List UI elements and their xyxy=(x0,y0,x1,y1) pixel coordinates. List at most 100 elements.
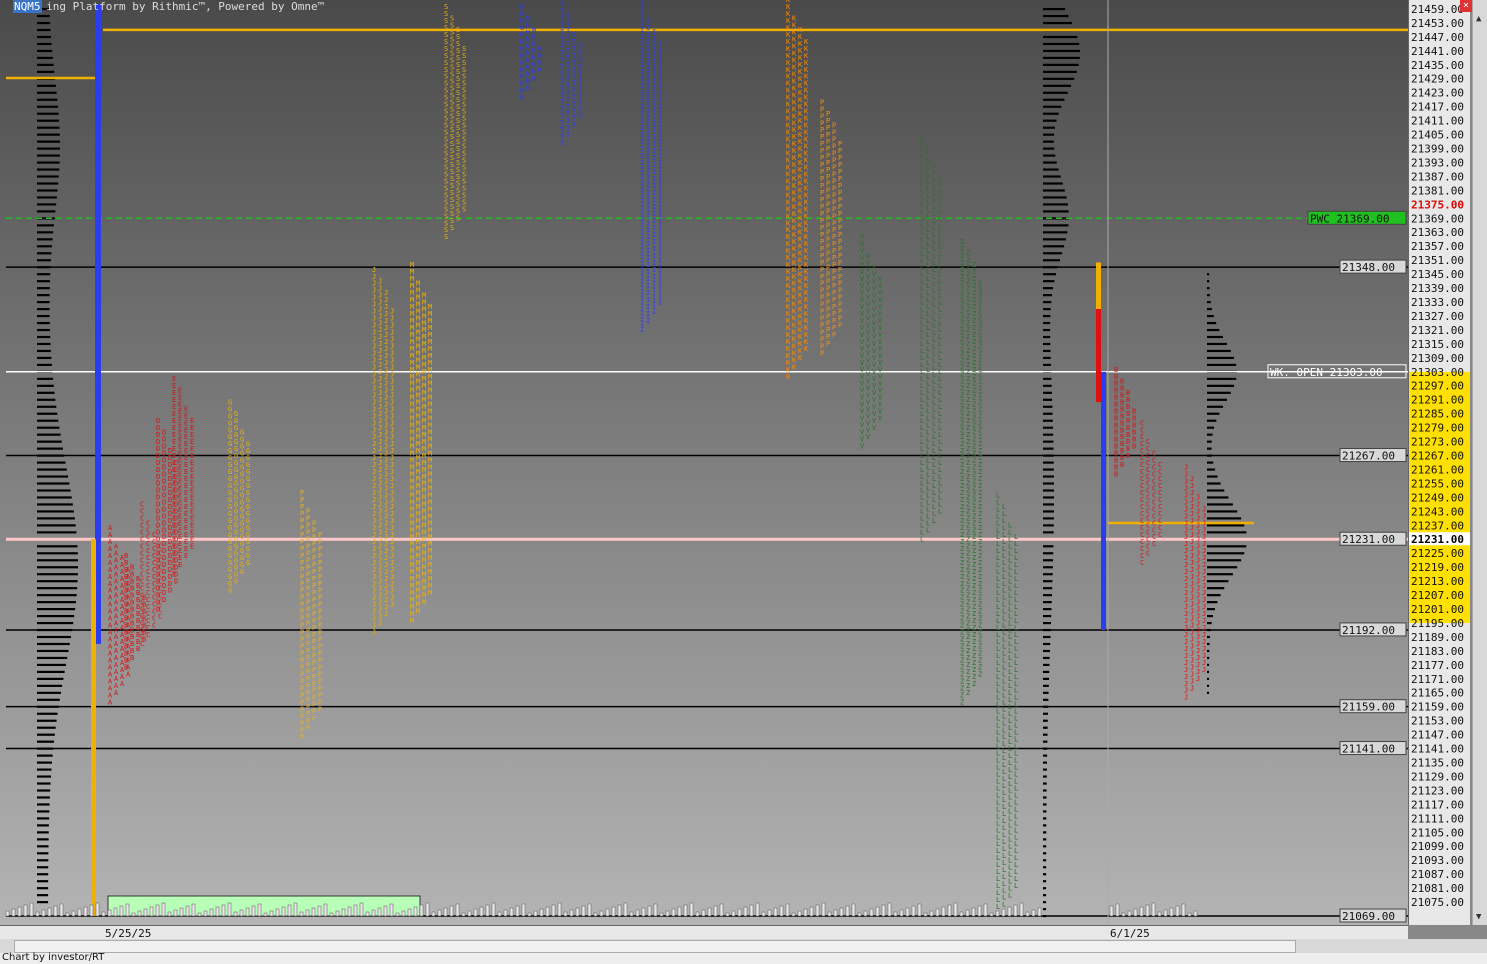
tpo-letter: L xyxy=(920,333,924,341)
tpo-letter: L xyxy=(920,187,924,195)
tpo-letter: J xyxy=(1190,650,1194,658)
symbol-label[interactable]: NQM5 xyxy=(13,0,42,13)
tpo-letter: W xyxy=(526,15,531,23)
tpo-letter: G xyxy=(240,554,244,562)
tpo-letter: S xyxy=(450,196,454,204)
tpo-letter: J xyxy=(378,396,382,404)
tpo-letter: J xyxy=(372,426,376,434)
tpo-letter: G xyxy=(234,410,238,418)
tpo-letter: B xyxy=(130,619,134,627)
tpo-letter: T xyxy=(560,91,565,99)
tpo-letter: J xyxy=(384,317,388,325)
tpo-letter: L xyxy=(1008,884,1012,892)
tpo-letter: L xyxy=(932,468,936,476)
vertical-scrollbar[interactable] xyxy=(1472,0,1487,925)
horizontal-scroll-thumb[interactable] xyxy=(14,940,1296,953)
tpo-letter: C xyxy=(140,508,144,516)
tpo-letter: E xyxy=(172,543,176,551)
tpo-letter: L xyxy=(1014,617,1018,625)
tpo-letter: G xyxy=(234,543,238,551)
tpo-letter: A xyxy=(108,594,113,602)
tpo-letter: K xyxy=(798,187,803,195)
tpo-letter: S xyxy=(456,110,460,118)
horizontal-scrollbar[interactable] xyxy=(0,939,1487,953)
tpo-letter: I xyxy=(640,89,644,97)
tpo-letter: Z xyxy=(966,612,970,620)
tpo-letter: P xyxy=(820,98,824,106)
volume-bar xyxy=(881,904,886,917)
session-profile-bar xyxy=(1207,503,1233,506)
tpo-letter: Z xyxy=(972,268,976,276)
price-axis[interactable]: 21459.00 21453.00 21447.00 21441.00 21435.00… xyxy=(1408,0,1470,925)
tpo-letter: G xyxy=(246,503,250,511)
tpo-letter: J xyxy=(1202,575,1206,583)
tpo-letter: I xyxy=(646,45,650,53)
tpo-letter: K xyxy=(804,317,809,325)
tpo-letter: M xyxy=(428,317,432,325)
tpo-letter: P xyxy=(306,584,310,592)
session-profile-bar xyxy=(1207,573,1233,576)
tpo-letter: P xyxy=(306,536,310,544)
tpo-letter: K xyxy=(798,68,803,76)
tpo-letter: L xyxy=(932,496,936,504)
tpo-letter: E xyxy=(178,540,182,548)
tpo-letter: L xyxy=(1014,840,1018,848)
tpo-letter: L xyxy=(920,445,924,453)
tpo-letter: P xyxy=(306,682,310,690)
tpo-letter: S xyxy=(444,143,448,151)
composite-profile-bar xyxy=(37,342,51,346)
tpo-letter: L xyxy=(938,236,942,244)
volume-bar xyxy=(983,903,988,917)
tpo-letter: D xyxy=(156,431,160,439)
tpo-letter: J xyxy=(378,417,382,425)
tpo-letter: J xyxy=(372,510,376,518)
tpo-letter: G xyxy=(234,529,238,537)
tpo-letter: P xyxy=(820,259,824,267)
week-profile-bar xyxy=(1043,594,1052,597)
composite-profile-bar xyxy=(37,154,60,157)
tpo-letter: S xyxy=(456,166,460,174)
tpo-letter: B xyxy=(1114,373,1118,381)
tpo-letter: J xyxy=(384,484,388,492)
tpo-letter: P xyxy=(306,556,310,564)
price-tick-label: 21423.00 xyxy=(1411,87,1464,100)
tpo-letter: B xyxy=(1114,380,1118,388)
tpo-letter: I xyxy=(640,270,644,278)
tpo-letter: D xyxy=(156,452,160,460)
scroll-up-icon[interactable]: ▲ xyxy=(1476,14,1481,24)
scroll-down-icon[interactable]: ▼ xyxy=(1476,912,1481,922)
tpo-letter: I xyxy=(652,63,656,71)
tpo-letter: P xyxy=(820,350,824,358)
tpo-letter: M xyxy=(416,363,420,371)
tpo-letter: Z xyxy=(966,410,970,418)
tpo-letter: M xyxy=(410,596,414,604)
tpo-letter: K xyxy=(792,210,797,218)
plot-area[interactable]: PWC 21369.00 21348.00 WK. OPEN 21303.00 212… xyxy=(0,0,1408,925)
tpo-letter: C xyxy=(1158,482,1162,490)
tpo-letter: A xyxy=(108,580,113,588)
tpo-letter: Z xyxy=(966,347,970,355)
tpo-letter: P xyxy=(838,140,842,148)
tpo-letter: G xyxy=(240,491,244,499)
tpo-letter: J xyxy=(1196,633,1200,641)
tpo-letter: K xyxy=(804,240,809,248)
tpo-letter: K xyxy=(798,96,803,104)
tpo-letter: J xyxy=(1196,556,1200,564)
tpo-letter: E xyxy=(172,480,176,488)
tpo-letter: J xyxy=(1196,668,1200,676)
tpo-letter: C xyxy=(1140,447,1144,455)
session-profile-bar xyxy=(1207,601,1218,604)
close-button[interactable]: × xyxy=(1460,0,1472,12)
tpo-letter: J xyxy=(378,480,382,488)
tpo-letter: L xyxy=(1008,689,1012,697)
tpo-letter: I xyxy=(652,287,656,295)
tpo-letter: M xyxy=(422,480,426,488)
tpo-letter: B xyxy=(1114,456,1118,464)
tpo-letter: K xyxy=(786,10,791,18)
tpo-letter: P xyxy=(832,226,836,234)
tpo-letter: E xyxy=(172,417,176,425)
tpo-letter: I xyxy=(640,152,644,160)
tpo-letter: Z xyxy=(960,545,964,553)
tpo-letter: I xyxy=(658,208,662,216)
volume-bar xyxy=(1013,904,1018,917)
